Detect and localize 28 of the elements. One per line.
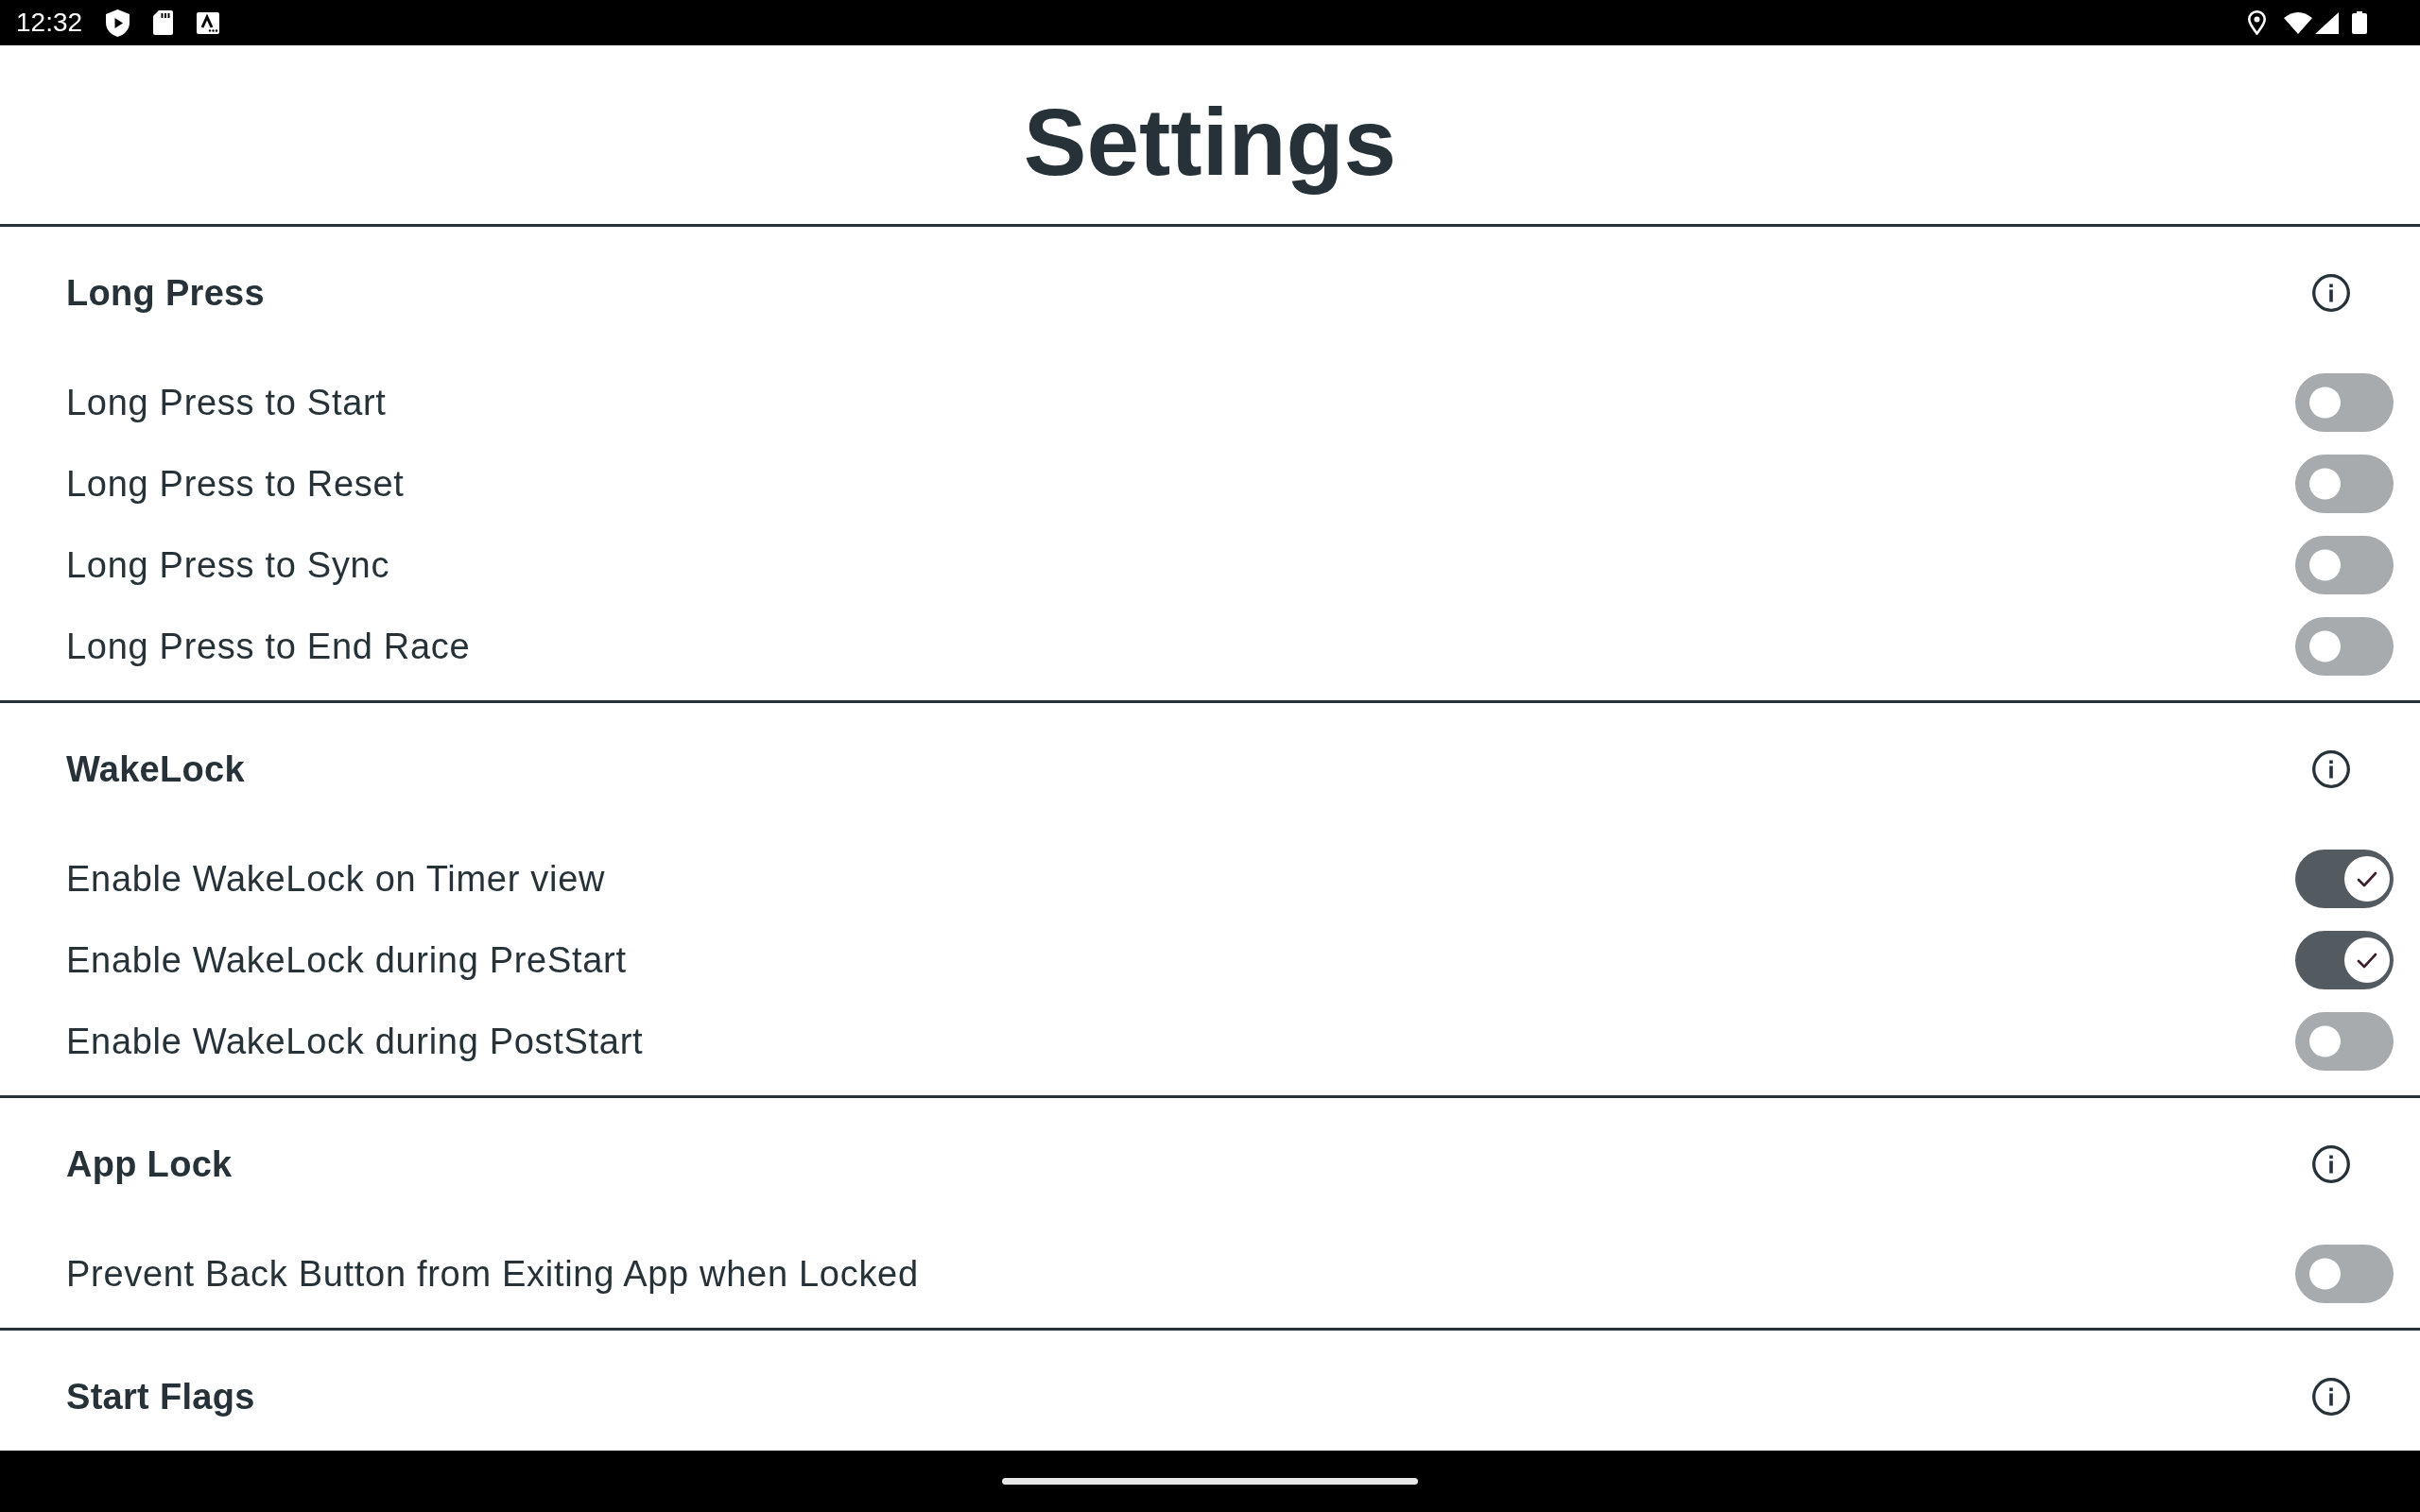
gesture-handle[interactable] — [1002, 1478, 1418, 1485]
check-icon — [2357, 870, 2377, 887]
clock-time: 12:32 — [16, 9, 83, 36]
section-title: Start Flags — [66, 1376, 255, 1418]
location-pin-icon — [2248, 10, 2266, 35]
tile-icon — [197, 11, 220, 34]
setting-label: Long Press to End Race — [66, 626, 471, 667]
setting-label: Prevent Back Button from Exiting App when Locked — [66, 1253, 919, 1295]
shield-icon — [106, 9, 130, 37]
section-title: Long Press — [66, 272, 265, 314]
setting-label: Enable WakeLock on Timer view — [66, 858, 606, 900]
battery-icon — [2352, 11, 2367, 34]
setting-label: Long Press to Sync — [66, 544, 390, 586]
setting-label: Long Press to Reset — [66, 463, 405, 505]
check-icon — [2357, 952, 2377, 969]
info-icon[interactable] — [2312, 1378, 2350, 1416]
info-icon[interactable] — [2312, 1145, 2350, 1183]
setting-label: Enable WakeLock during PostStart — [66, 1021, 644, 1062]
wifi-icon — [2284, 11, 2312, 34]
section-title: App Lock — [66, 1143, 233, 1185]
setting-label: Enable WakeLock during PreStart — [66, 939, 627, 981]
info-icon[interactable] — [2312, 274, 2350, 312]
info-icon[interactable] — [2312, 750, 2350, 788]
signal-icon — [2315, 11, 2339, 34]
section-title: WakeLock — [66, 748, 245, 790]
setting-label: Long Press to Start — [66, 382, 387, 423]
page-title: Settings — [1023, 89, 1397, 194]
sd-card-icon — [153, 10, 174, 35]
